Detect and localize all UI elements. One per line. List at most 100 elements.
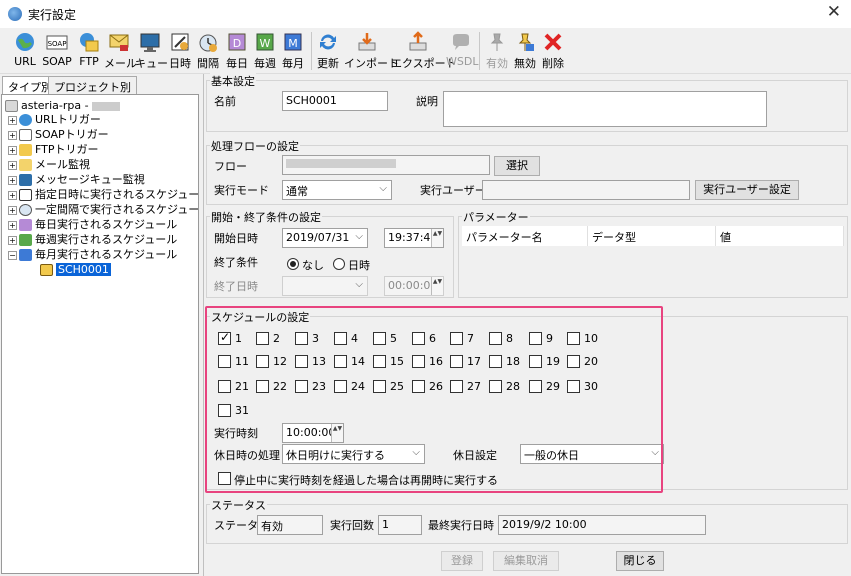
enable-button[interactable]: 有効	[484, 28, 510, 74]
end-date-radio[interactable]	[333, 258, 345, 270]
import-button[interactable]: インポート	[344, 28, 399, 74]
day-checkbox-3[interactable]	[295, 332, 308, 345]
time-spinner-icon[interactable]: ▲▼	[331, 424, 343, 442]
day-checkbox-16[interactable]	[412, 355, 425, 368]
day-checkbox-10[interactable]	[567, 332, 580, 345]
splitter[interactable]	[203, 74, 204, 576]
day-checkbox-31[interactable]	[218, 404, 231, 417]
expand-icon[interactable]: +	[8, 130, 17, 140]
daily-schedule-button[interactable]: D 毎日	[224, 28, 250, 74]
tree-item-queue[interactable]: + メッセージキュー監視	[8, 172, 145, 187]
day-checkbox-8[interactable]	[489, 332, 502, 345]
day-checkbox-20[interactable]	[567, 355, 580, 368]
day-label: 13	[312, 355, 326, 368]
expand-icon[interactable]: +	[8, 175, 17, 185]
cancel-edit-button[interactable]: 編集取消	[493, 551, 559, 571]
close-window-button[interactable]: ✕	[827, 2, 841, 22]
day-checkbox-17[interactable]	[450, 355, 463, 368]
end-date-select[interactable]: ⌵	[282, 276, 368, 296]
day-checkbox-1[interactable]	[218, 330, 231, 345]
holiday-action-select[interactable]: 休日明けに実行する ⌵	[282, 444, 425, 464]
day-checkbox-12[interactable]	[256, 355, 269, 368]
day-label: 12	[273, 355, 287, 368]
day-checkbox-11[interactable]	[218, 355, 231, 368]
day-checkbox-2[interactable]	[256, 332, 269, 345]
tree-item-ftp[interactable]: + FTPトリガー	[8, 142, 99, 157]
tree-item-soap[interactable]: + SOAPトリガー	[8, 127, 109, 142]
mode-select[interactable]: 通常 ⌵	[282, 180, 392, 200]
exec-time-input[interactable]: 10:00:00 ▲▼	[282, 423, 344, 443]
day-checkbox-6[interactable]	[412, 332, 425, 345]
end-none-radio[interactable]	[287, 258, 299, 270]
collapse-icon[interactable]: −	[8, 250, 17, 260]
tree-item-monthly[interactable]: − 毎月実行されるスケジュール	[8, 247, 177, 262]
day-checkbox-13[interactable]	[295, 355, 308, 368]
mail-trigger-button[interactable]: メール	[104, 28, 137, 74]
day-checkbox-25[interactable]	[373, 380, 386, 393]
register-button[interactable]: 登録	[441, 551, 483, 571]
disable-button[interactable]: 無効	[512, 28, 538, 74]
day-checkbox-26[interactable]	[412, 380, 425, 393]
weekly-schedule-button[interactable]: W 毎週	[252, 28, 278, 74]
day-checkbox-14[interactable]	[334, 355, 347, 368]
url-trigger-button[interactable]: URL	[12, 28, 38, 74]
tree-item-daily[interactable]: + 毎日実行されるスケジュール	[8, 217, 177, 232]
time-spinner-icon[interactable]: ▲▼	[431, 229, 443, 247]
expand-icon[interactable]: +	[8, 205, 17, 215]
day-checkbox-21[interactable]	[218, 380, 231, 393]
day-checkbox-24[interactable]	[334, 380, 347, 393]
expand-icon[interactable]: +	[8, 220, 17, 230]
end-time-input[interactable]: 00:00:00 ▲▼	[384, 276, 444, 296]
export-button[interactable]: エクスポート	[391, 28, 457, 74]
tree-item-mail[interactable]: + メール監視	[8, 157, 90, 172]
day-checkbox-22[interactable]	[256, 380, 269, 393]
day-checkbox-4[interactable]	[334, 332, 347, 345]
day-checkbox-5[interactable]	[373, 332, 386, 345]
start-date-select[interactable]: 2019/07/31 ⌵	[282, 228, 368, 248]
soap-trigger-button[interactable]: SOAP SOAP	[40, 28, 74, 74]
name-input[interactable]: SCH0001	[282, 91, 388, 111]
refresh-button[interactable]: 更新	[315, 28, 341, 74]
day-checkbox-19[interactable]	[529, 355, 542, 368]
user-settings-button[interactable]: 実行ユーザー設定	[695, 180, 799, 200]
ftp-trigger-button[interactable]: FTP	[76, 28, 102, 74]
expand-icon[interactable]: +	[8, 145, 17, 155]
close-button[interactable]: 閉じる	[616, 551, 664, 571]
time-spinner-icon[interactable]: ▲▼	[431, 277, 443, 295]
delete-button[interactable]: 削除	[540, 28, 566, 74]
tree-root[interactable]: asteria-rpa -	[5, 98, 121, 113]
tree-item-interval[interactable]: + 一定間隔で実行されるスケジュール	[8, 202, 198, 217]
user-input[interactable]	[482, 180, 690, 200]
holiday-setting-select[interactable]: 一般の休日 ⌵	[520, 444, 664, 464]
resume-checkbox[interactable]	[218, 472, 231, 485]
day-checkbox-29[interactable]	[529, 380, 542, 393]
select-flow-button[interactable]: 選択	[494, 156, 540, 176]
day-checkbox-18[interactable]	[489, 355, 502, 368]
tree-item-sch0001[interactable]: SCH0001	[40, 262, 111, 277]
day-checkbox-27[interactable]	[450, 380, 463, 393]
wsdl-button[interactable]: WSDL	[446, 28, 478, 74]
tree-item-datetime[interactable]: + 指定日時に実行されるスケジュール	[8, 187, 198, 202]
expand-icon[interactable]: +	[8, 190, 17, 200]
tree-item-weekly[interactable]: + 毎週実行されるスケジュール	[8, 232, 177, 247]
day-checkbox-23[interactable]	[295, 380, 308, 393]
tab-by-project[interactable]: プロジェクト別	[48, 76, 137, 94]
interval-schedule-button[interactable]: 間隔	[195, 28, 221, 74]
datetime-schedule-button[interactable]: 日時	[167, 28, 193, 74]
day-checkbox-15[interactable]	[373, 355, 386, 368]
expand-icon[interactable]: +	[8, 160, 17, 170]
day-checkbox-9[interactable]	[529, 332, 542, 345]
param-col-name[interactable]: パラメーター名	[462, 226, 588, 246]
param-col-type[interactable]: データ型	[588, 226, 716, 246]
day-checkbox-28[interactable]	[489, 380, 502, 393]
day-checkbox-7[interactable]	[450, 332, 463, 345]
start-time-input[interactable]: 19:37:43 ▲▼	[384, 228, 444, 248]
tree-item-url[interactable]: + URLトリガー	[8, 112, 101, 127]
param-col-value[interactable]: 値	[716, 226, 844, 246]
expand-icon[interactable]: +	[8, 115, 17, 125]
day-checkbox-30[interactable]	[567, 380, 580, 393]
description-textarea[interactable]	[443, 91, 767, 127]
expand-icon[interactable]: +	[8, 235, 17, 245]
queue-trigger-button[interactable]: キュー	[135, 28, 168, 74]
monthly-schedule-button[interactable]: M 毎月	[280, 28, 306, 74]
